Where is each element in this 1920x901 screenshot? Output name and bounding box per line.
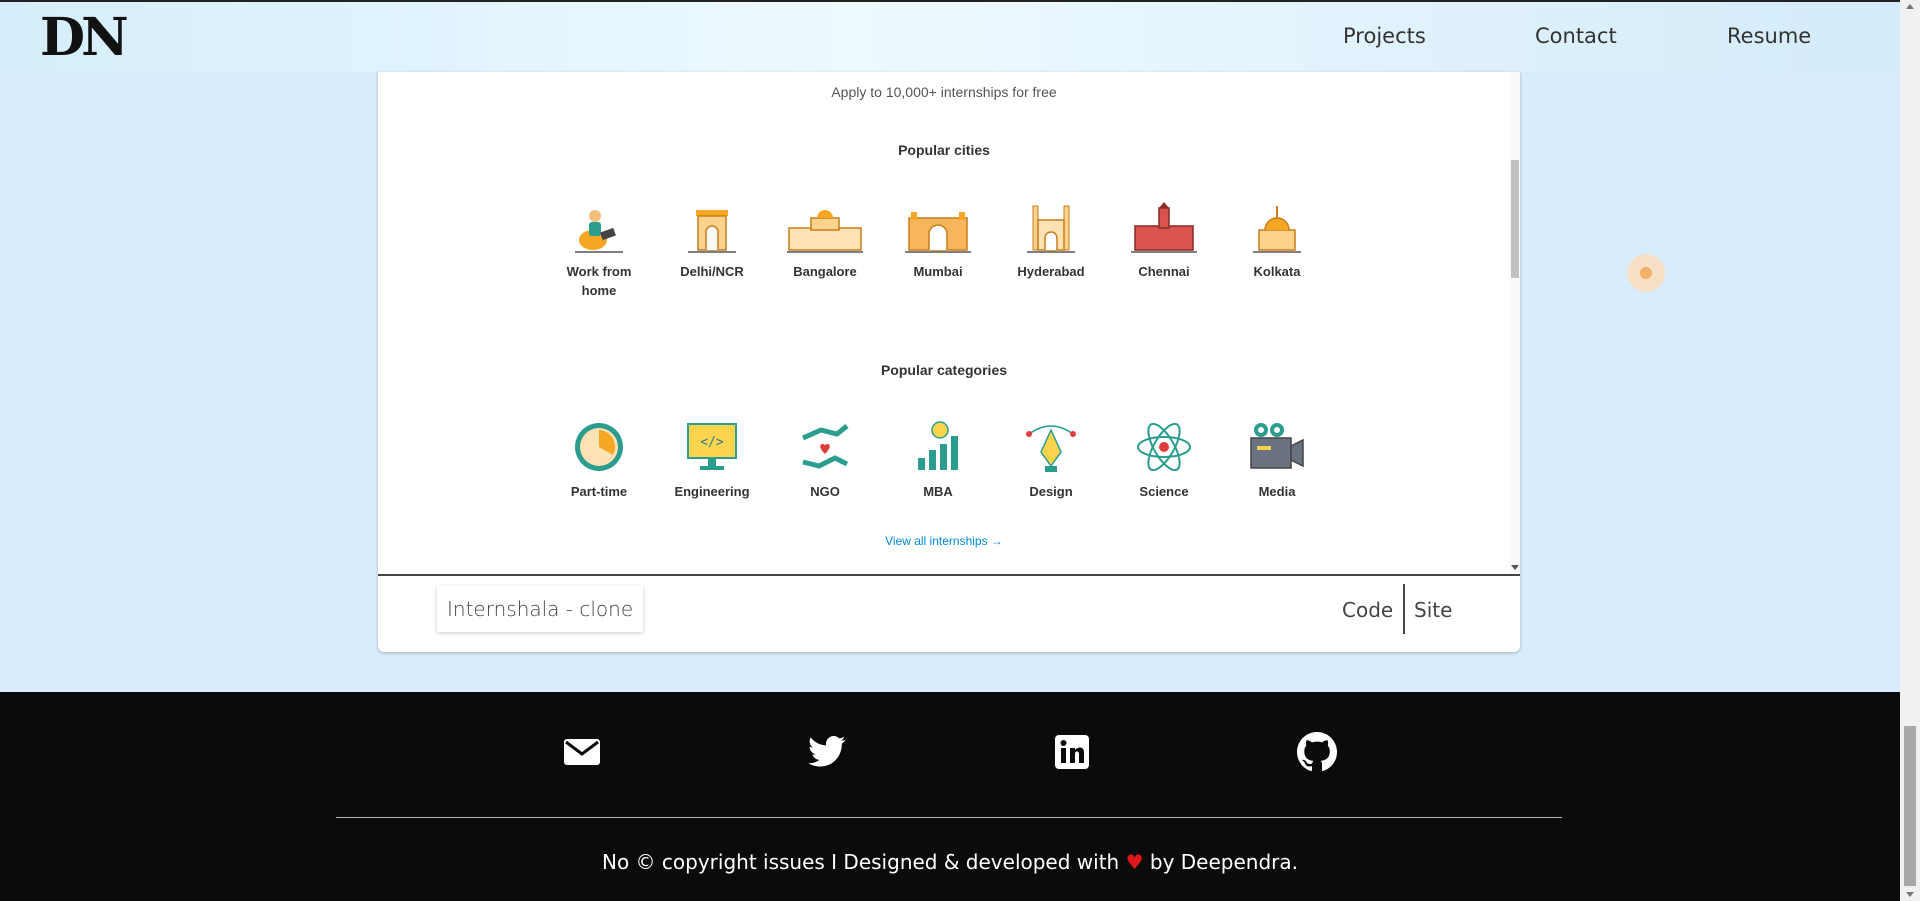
- scroll-up-arrow-icon[interactable]: [1906, 4, 1914, 9]
- gateway-of-india-icon: [905, 212, 971, 253]
- city-label: Kolkata: [1253, 264, 1301, 279]
- city-label: Chennai: [1138, 264, 1190, 279]
- arrow-right-icon: →: [990, 534, 1003, 548]
- nav-contact-link[interactable]: Contact: [1535, 24, 1617, 48]
- github-icon: [1297, 732, 1337, 772]
- nav-projects-link[interactable]: Projects: [1343, 24, 1426, 48]
- copyright-text: No © copyright issues I Designed & devel…: [0, 850, 1900, 874]
- nav-resume-link[interactable]: Resume: [1727, 24, 1811, 48]
- copyright-pre: No © copyright issues I Designed & devel…: [602, 850, 1120, 874]
- category-item-design[interactable]: Design: [1001, 420, 1101, 501]
- link-divider: [1403, 584, 1405, 634]
- city-item-delhi[interactable]: Delhi/NCR: [662, 202, 762, 281]
- category-item-ngo[interactable]: NGO: [775, 420, 875, 501]
- github-link[interactable]: [1297, 732, 1337, 772]
- vidhana-soudha-icon: [787, 210, 863, 253]
- film-camera-icon: [1250, 423, 1304, 469]
- category-label: Media: [1258, 484, 1296, 499]
- category-item-science[interactable]: Science: [1114, 420, 1214, 501]
- city-label: Work from home: [566, 264, 632, 298]
- site-link[interactable]: Site: [1414, 598, 1452, 622]
- mail-icon: [564, 739, 600, 765]
- victoria-memorial-icon: [1253, 206, 1301, 253]
- city-label: Mumbai: [913, 264, 963, 279]
- project-card-footer: Internshala - clone Code Site: [378, 576, 1520, 652]
- category-item-media[interactable]: Media: [1227, 420, 1327, 501]
- project-title: Internshala - clone: [437, 586, 644, 632]
- custom-cursor: [1627, 254, 1665, 292]
- clock-icon: [575, 423, 623, 471]
- popular-categories-heading: Popular categories: [880, 362, 1008, 378]
- city-item-kolkata[interactable]: Kolkata: [1227, 202, 1327, 281]
- view-all-internships-link[interactable]: View all internships →: [378, 534, 1510, 548]
- city-label: Hyderabad: [1017, 264, 1085, 279]
- work-from-home-icon: [575, 210, 623, 253]
- svg-text:</>: </>: [700, 435, 724, 450]
- category-item-mba[interactable]: MBA: [888, 420, 988, 501]
- preview-scrollbar[interactable]: [1510, 72, 1520, 574]
- heart-icon: ♥: [1125, 850, 1144, 874]
- category-item-part-time[interactable]: Part-time: [549, 420, 649, 501]
- helping-hands-icon: [801, 424, 849, 469]
- city-label: Bangalore: [793, 264, 857, 279]
- city-item-bangalore[interactable]: Bangalore: [775, 202, 875, 281]
- category-label: Science: [1139, 484, 1189, 499]
- category-item-engineering[interactable]: </> Engineering: [662, 420, 762, 501]
- city-item-chennai[interactable]: Chennai: [1114, 202, 1214, 281]
- chennai-central-icon: [1131, 202, 1197, 253]
- preview-scrollbar-thumb[interactable]: [1511, 160, 1519, 278]
- linkedin-link[interactable]: [1052, 732, 1092, 772]
- charminar-icon: [1027, 205, 1075, 253]
- copyright-post: by Deependra.: [1149, 850, 1298, 874]
- city-label: Delhi/NCR: [680, 264, 744, 279]
- category-label: Part-time: [570, 484, 628, 499]
- code-link[interactable]: Code: [1342, 598, 1393, 622]
- city-item-work-from-home[interactable]: Work from home: [549, 202, 649, 300]
- site-header: DN Projects Contact Resume: [0, 2, 1900, 72]
- mail-link[interactable]: [562, 732, 602, 772]
- view-all-label: View all internships: [885, 534, 988, 548]
- category-label: MBA: [923, 484, 953, 499]
- project-preview[interactable]: Apply to 10,000+ internships for free Po…: [378, 72, 1520, 576]
- linkedin-icon: [1055, 735, 1089, 769]
- twitter-icon: [808, 736, 846, 767]
- category-label: Design: [1029, 484, 1073, 499]
- site-logo[interactable]: DN: [40, 10, 129, 66]
- page-scrollbar-thumb[interactable]: [1904, 726, 1916, 886]
- code-monitor-icon: </>: [687, 423, 737, 470]
- city-item-mumbai[interactable]: Mumbai: [888, 202, 988, 281]
- category-label: Engineering: [674, 484, 750, 499]
- india-gate-icon: [688, 210, 736, 253]
- project-card: Apply to 10,000+ internships for free Po…: [378, 72, 1520, 652]
- bar-chart-icon: [918, 421, 958, 470]
- scroll-down-arrow-icon[interactable]: [1906, 892, 1914, 897]
- category-label: NGO: [810, 484, 840, 499]
- footer-divider: [336, 817, 1562, 818]
- site-footer: No © copyright issues I Designed & devel…: [0, 692, 1900, 901]
- scroll-down-arrow-icon[interactable]: [1511, 565, 1519, 570]
- popular-cities-heading: Popular cities: [898, 142, 990, 158]
- atom-icon: [1137, 422, 1191, 472]
- pen-tool-icon: [1026, 425, 1076, 472]
- twitter-link[interactable]: [807, 732, 847, 772]
- preview-tagline: Apply to 10,000+ internships for free: [831, 84, 1057, 100]
- page-scrollbar[interactable]: [1900, 0, 1920, 901]
- city-item-hyderabad[interactable]: Hyderabad: [1001, 202, 1101, 281]
